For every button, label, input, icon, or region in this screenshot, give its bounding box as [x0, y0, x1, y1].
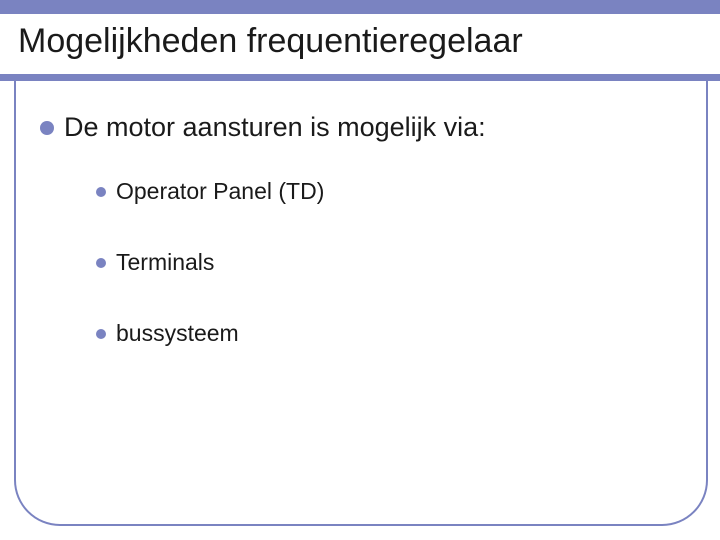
bullet-icon [96, 187, 106, 197]
bullet-icon [96, 329, 106, 339]
sub-bullet-text: bussysteem [116, 320, 239, 347]
list-item: Operator Panel (TD) [96, 178, 324, 205]
list-item: bussysteem [96, 320, 324, 347]
bullet-icon [40, 121, 54, 135]
main-bullet-row: De motor aansturen is mogelijk via: [40, 112, 486, 143]
bullet-icon [96, 258, 106, 268]
sub-bullet-text: Terminals [116, 249, 214, 276]
top-accent-band [0, 0, 720, 14]
sub-bullet-list: Operator Panel (TD) Terminals bussysteem [96, 178, 324, 391]
main-bullet-text: De motor aansturen is mogelijk via: [64, 112, 486, 143]
sub-bullet-text: Operator Panel (TD) [116, 178, 324, 205]
list-item: Terminals [96, 249, 324, 276]
slide-title: Mogelijkheden frequentieregelaar [18, 22, 523, 61]
